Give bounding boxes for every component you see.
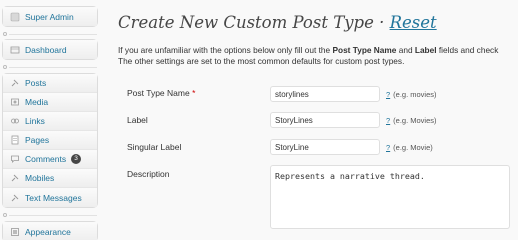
main-content: Create New Custom Post Type · Reset If y…	[118, 0, 518, 240]
comment-count-badge: 3	[71, 154, 82, 164]
links-icon	[9, 116, 20, 127]
post-type-name-help: ? (e.g. movies)	[386, 90, 437, 99]
sidebar-item-label: Mobiles	[25, 173, 55, 183]
sidebar-item-label: Comments	[25, 154, 67, 164]
comments-icon	[9, 154, 20, 165]
sidebar-item-dashboard[interactable]: Dashboard	[3, 40, 97, 59]
sidebar-item-label: Dashboard	[25, 44, 67, 55]
help-link[interactable]: ?	[386, 90, 390, 99]
help-link[interactable]: ?	[386, 116, 390, 125]
content-menu: Posts Media Links Pages Comments 3 Mobil…	[2, 73, 98, 208]
sidebar-item-appearance[interactable]: Appearance	[3, 222, 97, 240]
user-icon	[9, 11, 20, 22]
help-link[interactable]: ?	[386, 143, 390, 152]
singular-label-label-text: Singular Label	[127, 142, 182, 152]
sidebar-item-mobiles[interactable]: Mobiles	[3, 169, 97, 188]
intro-part3: fields and check	[438, 45, 499, 55]
intro-part2: and	[398, 45, 413, 55]
sidebar-item-text-messages[interactable]: Text Messages	[3, 188, 97, 207]
dashboard-icon	[9, 44, 20, 55]
intro-bold-post-type-name: Post Type Name	[332, 45, 397, 55]
sidebar-item-label: Appearance	[25, 226, 71, 237]
sidebar-item-label: Text Messages	[25, 192, 82, 203]
dashboard-menu: Dashboard	[2, 39, 98, 60]
user-menu: Super Admin	[2, 6, 98, 27]
appearance-icon	[9, 226, 20, 237]
admin-sidebar: Super Admin Dashboard Posts Media Links …	[0, 0, 100, 240]
post-type-name-input[interactable]	[270, 86, 380, 102]
sidebar-item-media[interactable]: Media	[3, 93, 97, 112]
intro-line2: The other settings are set to the most c…	[118, 56, 405, 66]
sidebar-item-label: Posts	[25, 78, 47, 88]
singular-label-help: ? (e.g. Movie)	[386, 143, 433, 152]
page-title-text: Create New Custom Post Type ·	[118, 13, 385, 32]
sidebar-item-comments[interactable]: Comments 3	[3, 150, 97, 169]
media-icon	[9, 97, 20, 108]
menu-separator	[3, 64, 97, 70]
label-label-text: Label	[127, 115, 148, 125]
reset-link[interactable]: Reset	[390, 13, 437, 32]
label-help: ? (e.g. Movies)	[386, 116, 437, 125]
label-label: Label	[127, 115, 148, 125]
menu-separator	[3, 31, 97, 37]
help-example: (e.g. movies)	[393, 90, 437, 99]
pin-icon	[9, 173, 20, 184]
required-marker: *	[192, 88, 196, 98]
menu-separator	[3, 212, 97, 218]
help-example: (e.g. Movie)	[393, 143, 433, 152]
appearance-menu: Appearance	[2, 221, 98, 240]
sidebar-item-label: Super Admin	[25, 11, 74, 22]
description-textarea[interactable]: Represents a narrative thread.	[270, 165, 510, 229]
sidebar-item-posts[interactable]: Posts	[3, 74, 97, 93]
intro-bold-label: Label	[414, 45, 437, 55]
description-label: Description	[127, 169, 170, 179]
sidebar-item-label: Links	[25, 116, 45, 126]
intro-text: If you are unfamiliar with the options b…	[118, 45, 518, 67]
page-title: Create New Custom Post Type · Reset	[118, 13, 437, 32]
help-example: (e.g. Movies)	[393, 116, 437, 125]
sidebar-item-super-admin[interactable]: Super Admin	[3, 7, 97, 26]
description-label-text: Description	[127, 169, 170, 179]
pages-icon	[9, 135, 20, 146]
pin-icon	[9, 78, 20, 89]
singular-label-label: Singular Label	[127, 142, 181, 152]
sidebar-item-label: Media	[25, 97, 49, 107]
post-type-name-label: Post Type Name *	[127, 88, 195, 98]
sidebar-item-label: Pages	[25, 135, 50, 145]
sidebar-item-pages[interactable]: Pages	[3, 131, 97, 150]
pin-icon	[9, 192, 20, 203]
label-input[interactable]	[270, 112, 380, 128]
intro-part1: If you are unfamiliar with the options b…	[118, 45, 331, 55]
post-type-name-label-text: Post Type Name	[127, 88, 190, 98]
sidebar-item-links[interactable]: Links	[3, 112, 97, 131]
singular-label-input[interactable]	[270, 139, 380, 155]
